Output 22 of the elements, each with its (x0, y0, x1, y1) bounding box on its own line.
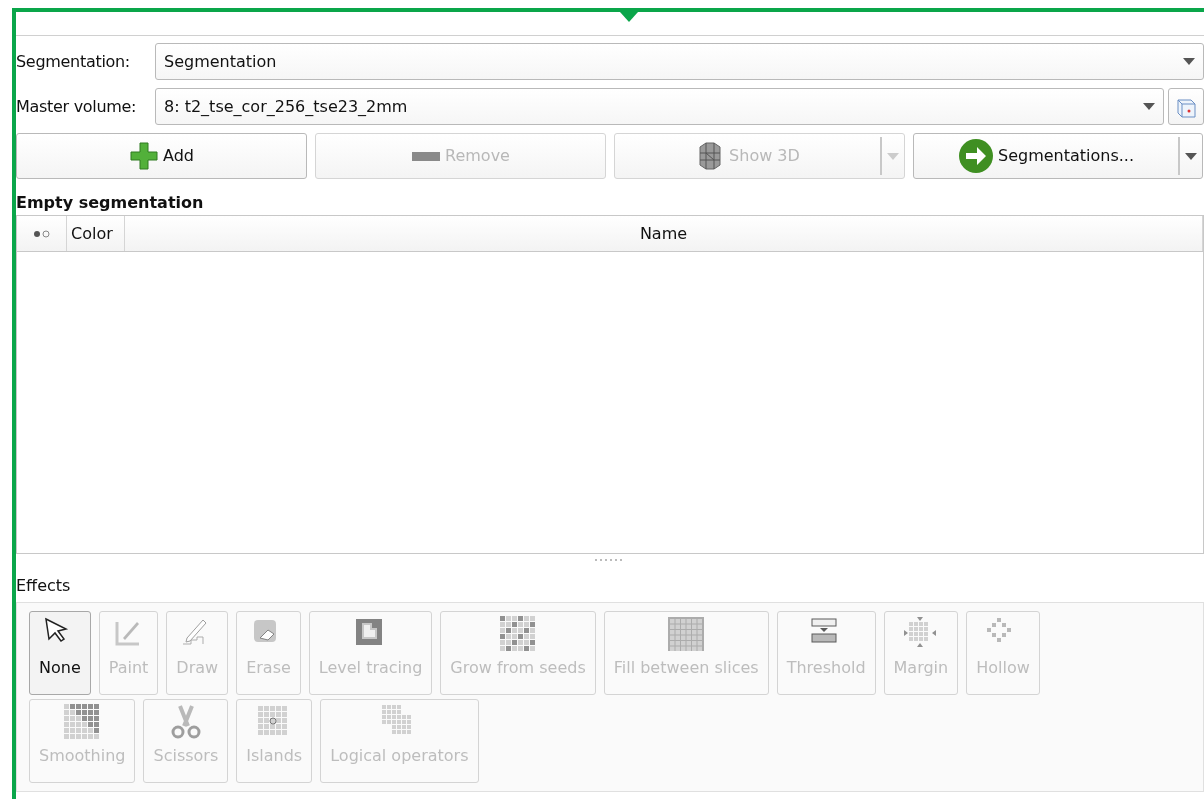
segmentation-label: Segmentation: (16, 50, 131, 73)
segmentations-button[interactable]: Segmentations... (913, 133, 1203, 179)
master-volume-label: Master volume: (16, 95, 138, 118)
column-header[interactable]: Name (639, 221, 688, 246)
caret-icon (1185, 152, 1197, 160)
grid-icon (64, 704, 101, 740)
splitter-handle-icon (595, 558, 625, 562)
eye-icon (32, 229, 51, 238)
triangle-icon (620, 12, 638, 22)
column-header[interactable]: Color (71, 221, 113, 246)
plus-icon (129, 141, 159, 171)
caret-icon (887, 152, 899, 160)
segmentation-dropdown[interactable]: Segmentation (155, 43, 1204, 80)
effects-label: Effects (16, 575, 72, 597)
grid-icon (500, 616, 537, 652)
effect-button[interactable]: None (29, 611, 91, 695)
volume-settings-button[interactable] (1168, 88, 1204, 125)
master-volume-dropdown[interactable]: 8: t2_tse_cor_256_tse23_2mm (155, 88, 1164, 125)
add-button[interactable]: Add (16, 133, 307, 179)
grid-icon (668, 616, 705, 652)
segments-title: Empty segmentation (16, 192, 205, 214)
arrow-circle-icon (957, 138, 994, 174)
